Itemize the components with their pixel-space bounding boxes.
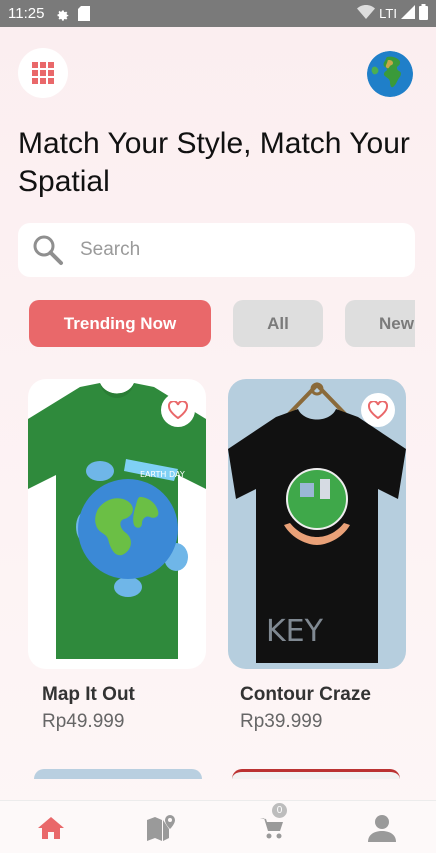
product-price: Rp49.999 [42,711,125,732]
network-label: LTI [379,6,397,21]
sd-card-icon [78,6,91,21]
product-card-peek[interactable] [34,769,202,779]
battery-icon [419,3,428,24]
profile-icon [368,815,396,842]
menu-button[interactable] [18,48,68,98]
filter-chips: Trending Now All New [0,300,415,348]
product-name[interactable]: Contour Craze [240,684,371,706]
product-price: Rp39.999 [240,711,323,732]
bottom-nav: 0 [0,800,436,853]
globe-avatar [367,51,413,97]
grid-menu-icon [32,62,54,84]
avatar[interactable] [367,51,413,97]
heart-icon [168,401,188,419]
chip-new[interactable]: New [345,300,415,347]
favorite-button[interactable] [361,393,395,427]
status-time: 11:25 [8,5,45,22]
map-icon [147,815,175,841]
favorite-button[interactable] [161,393,195,427]
product-card-image[interactable]: EARTH DAY [28,379,206,669]
cart-icon [260,818,283,839]
settings-icon [54,6,70,22]
nav-home[interactable] [31,811,71,845]
svg-text:EARTH DAY: EARTH DAY [140,470,185,479]
product-card-image[interactable]: KEY [228,379,406,669]
svg-text:KEY: KEY [266,614,324,649]
nav-cart[interactable]: 0 [252,803,292,845]
product-card-peek[interactable] [232,769,400,779]
product-name[interactable]: Map It Out [42,684,135,706]
heart-icon [368,401,388,419]
search-placeholder: Search [80,239,141,260]
chip-all[interactable]: All [233,300,323,347]
nav-map[interactable] [141,811,181,845]
nav-profile[interactable] [362,811,402,845]
status-bar: 11:25 LTI [0,0,436,27]
home-icon [38,817,64,839]
cart-count-badge: 0 [272,803,287,818]
search-input[interactable]: Search [18,223,415,277]
wifi-icon [357,4,376,23]
page-title: Match Your Style, Match Your Spatial [18,127,410,198]
search-icon [33,235,63,265]
chip-trending-now[interactable]: Trending Now [29,300,211,347]
signal-icon [401,4,415,23]
